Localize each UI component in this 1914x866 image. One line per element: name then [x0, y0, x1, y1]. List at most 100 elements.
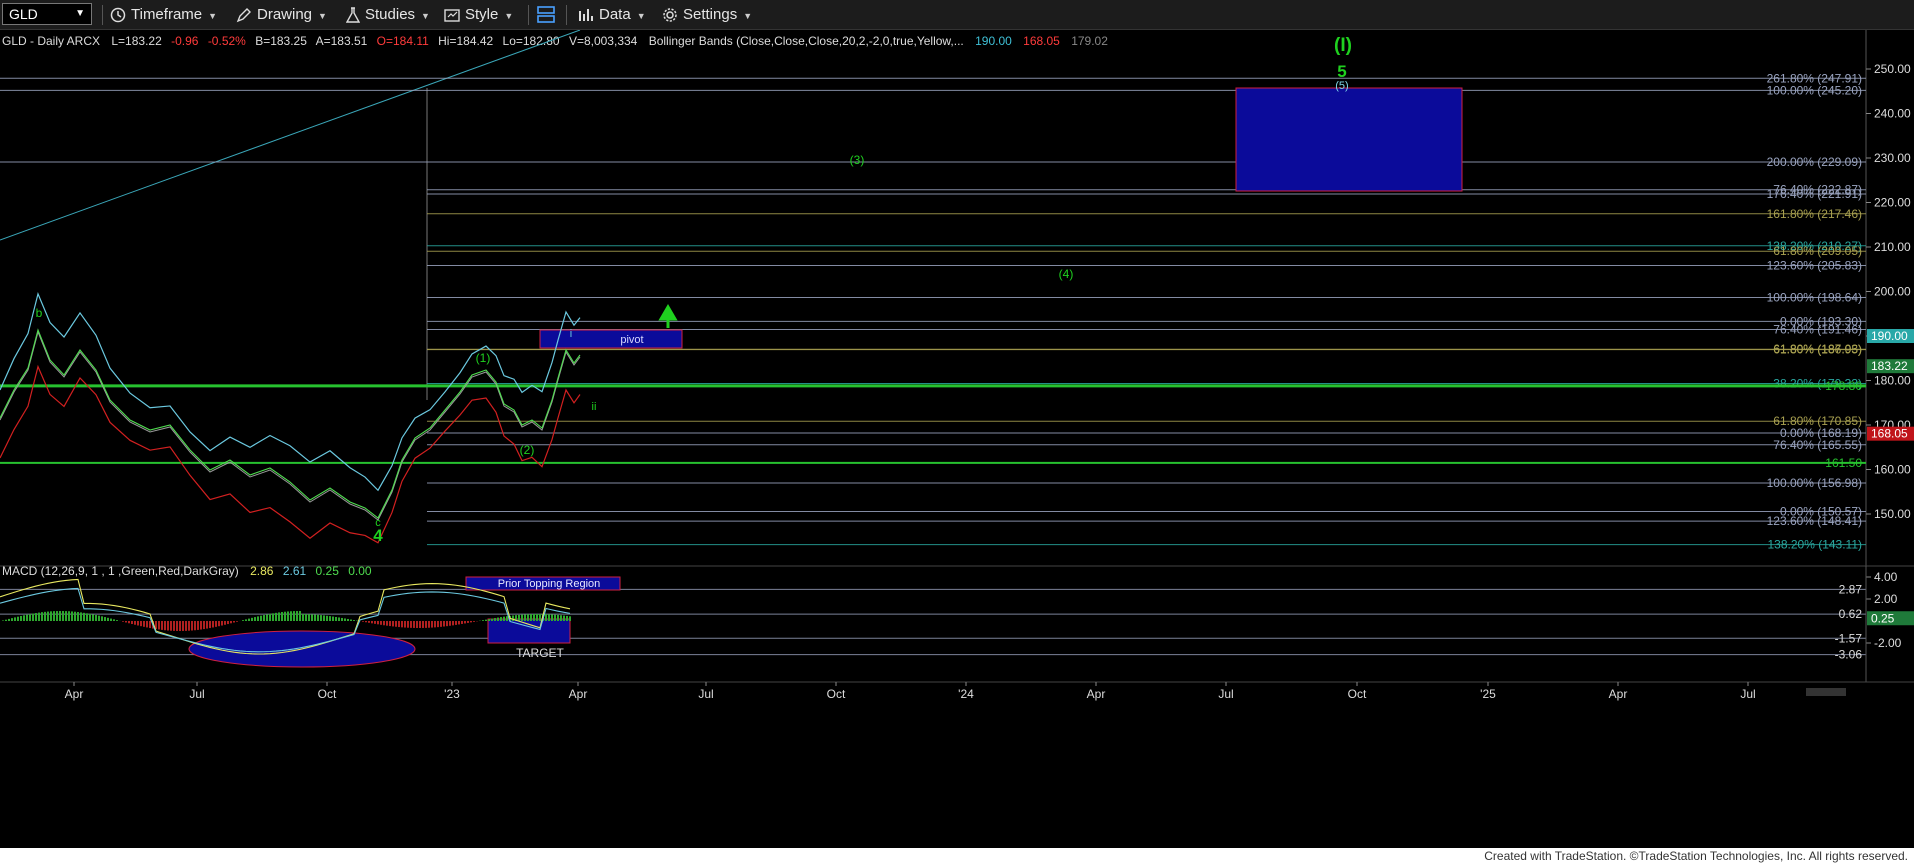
scroll-handle[interactable] [1806, 688, 1846, 696]
macd-histogram-bar [326, 615, 328, 621]
macd-histogram-bar [500, 617, 502, 621]
wave-label-i: i [570, 328, 572, 340]
macd-histogram-bar [446, 621, 448, 627]
macd-histogram-bar [563, 615, 565, 621]
time-axis: Apr Jul Oct '23 Apr Jul Oct '24 Apr Jul Oct '25 Apr J… [65, 682, 1756, 701]
settings-button[interactable]: Settings ▼ [662, 4, 752, 26]
macd-histogram-bar [548, 614, 550, 621]
toolbar: GLD ▼ Timeframe ▼ Drawing ▼ Studies ▼ Style… [0, 0, 1914, 30]
fib-label: 100.00% (156.98) [1767, 476, 1862, 490]
macd-histogram-bar [365, 621, 367, 623]
macd-histogram-bar [5, 619, 7, 621]
macd-histogram-bar [305, 614, 307, 621]
wave-label-2: (2) [520, 443, 535, 457]
macd-histogram-bar [566, 615, 568, 621]
studies-button[interactable]: Studies ▼ [346, 4, 430, 26]
macd-histogram-bar [299, 611, 301, 621]
macd-histogram-bar [95, 615, 97, 621]
macd-histogram-bar [23, 615, 25, 621]
macd-histogram-bar [197, 621, 199, 630]
macd-histogram-bar [551, 614, 553, 621]
macd-histogram-bar [338, 617, 340, 621]
macd-tick-label: -2.00 [1874, 636, 1902, 650]
symbol-text: GLD [9, 6, 38, 22]
price-header: GLD - Daily ARCX L=183.22 -0.96 -0.52% B… [2, 34, 1108, 48]
macd-histogram-bar [557, 614, 559, 621]
macd-histogram-bar [377, 621, 379, 625]
macd-histogram-bar [386, 621, 388, 626]
macd-histogram-bar [344, 618, 346, 621]
macd-histogram-bar [146, 621, 148, 628]
wave-label-5: 5 [1337, 62, 1346, 81]
macd-histogram-bar [521, 614, 523, 621]
macd-histogram-bar [287, 611, 289, 621]
macd-histogram-bar [185, 621, 187, 631]
macd-histogram-bar [110, 618, 112, 621]
macd-histogram-bar [491, 618, 493, 621]
macd-histogram-bar [122, 621, 124, 622]
macd-histogram-bar [422, 621, 424, 628]
toolbar-separator [102, 5, 103, 25]
macd-histogram-bar [11, 618, 13, 621]
macd-histogram-bar [278, 612, 280, 621]
macd-histogram-bar [50, 611, 52, 621]
macd-histogram-bar [125, 621, 127, 623]
time-tick-label: Apr [65, 687, 84, 701]
wave-label-ii: ii [592, 401, 597, 413]
macd-histogram-bar [269, 613, 271, 621]
macd-histogram-bar [434, 621, 436, 628]
macd-histogram-bar [398, 621, 400, 628]
macd-histogram-bar [272, 613, 274, 621]
symbol-selector[interactable]: GLD ▼ [2, 3, 92, 25]
macd-histogram-bar [101, 616, 103, 621]
bb-lower: 168.05 [1023, 34, 1060, 48]
macd-histogram-bar [56, 611, 58, 621]
pivot-label: pivot [620, 334, 643, 346]
chart-area[interactable]: GLD - Daily ARCX L=183.22 -0.96 -0.52% B… [0, 30, 1914, 848]
style-button[interactable]: Style ▼ [444, 4, 513, 26]
macd-histogram-bar [227, 621, 229, 625]
macd-histogram-bar [74, 611, 76, 621]
macd-histogram-bar [350, 619, 352, 621]
price-tick-label: 150.00 [1874, 507, 1911, 521]
fib-label: 76.40% (191.46) [1773, 323, 1862, 337]
macd-histogram-bar [530, 614, 532, 621]
macd-histogram-bar [353, 620, 355, 621]
macd-histogram-bar [341, 617, 343, 621]
time-tick-label: Apr [1087, 687, 1106, 701]
drawing-button[interactable]: Drawing ▼ [236, 4, 327, 26]
time-tick-label: '24 [958, 687, 974, 701]
data-button[interactable]: Data ▼ [578, 4, 646, 26]
macd-level-label: -1.57 [1835, 631, 1863, 645]
macd-histogram-bar [176, 621, 178, 631]
macd-histogram-bar [485, 619, 487, 621]
macd-histogram-bar [368, 621, 370, 623]
macd-histogram-bar [167, 621, 169, 631]
macd-histogram-bar [401, 621, 403, 628]
macd-histogram-bar [497, 617, 499, 621]
macd-histogram-bar [2, 620, 4, 621]
time-tick-label: '23 [444, 687, 460, 701]
copyright: Created with TradeStation. ©TradeStation… [1484, 849, 1908, 863]
high: Hi=184.42 [438, 34, 493, 48]
time-tick-label: Oct [318, 687, 337, 701]
macd-histogram-bar [455, 621, 457, 625]
macd-histogram-bar [518, 614, 520, 621]
macd-histogram-bar [371, 621, 373, 624]
layout-button[interactable] [536, 4, 556, 26]
macd-histogram-bar [80, 612, 82, 621]
chevron-down-icon: ▼ [208, 11, 218, 21]
target-zone-box [1235, 87, 1463, 192]
trendline [0, 30, 581, 241]
macd-histogram-bar [137, 621, 139, 626]
timeframe-button[interactable]: Timeframe ▼ [110, 4, 217, 26]
macd-histogram-bar [389, 621, 391, 627]
macd-level-label: -3.06 [1835, 648, 1863, 662]
pivot-box [539, 329, 683, 349]
macd-histogram-bar [38, 612, 40, 621]
chevron-down-icon: ▼ [318, 11, 327, 21]
fib-label: 123.60% (148.41) [1767, 514, 1862, 528]
macd-histogram-bar [191, 621, 193, 631]
macd-histogram-bar [428, 621, 430, 628]
price-tick-label: 220.00 [1874, 196, 1911, 210]
